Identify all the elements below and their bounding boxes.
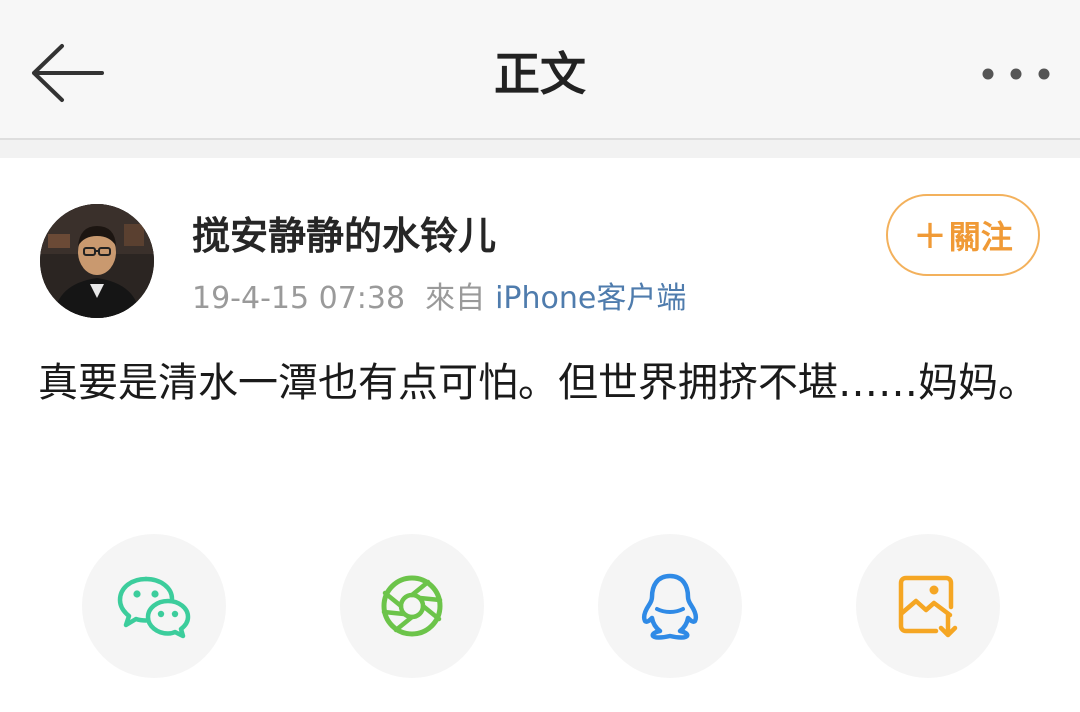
author-name[interactable]: 搅安静静的水铃儿 [192,208,496,264]
more-options-button[interactable] [968,50,1064,98]
share-wechat-button[interactable] [82,534,226,678]
arrow-left-icon [32,44,104,102]
client-link[interactable]: iPhone客户端 [495,281,686,316]
save-image-icon [898,575,958,638]
moments-shutter-icon [381,575,443,637]
page-title: 正文 [494,47,586,101]
post-content: 真要是清水一潭也有点可怕。但世界拥挤不堪……妈妈。 [38,360,1038,406]
qq-penguin-icon [641,573,699,640]
share-moments-button[interactable] [340,534,484,678]
post-meta: 19-4-15 07:38 來自 iPhone客户端 [192,276,686,322]
save-image-button[interactable] [856,534,1000,678]
wechat-icon [117,576,191,639]
back-button[interactable] [24,40,108,106]
top-nav-bar: 正文 [0,0,1080,140]
avatar[interactable] [40,204,154,318]
avatar-photo [40,204,154,318]
share-qq-button[interactable] [598,534,742,678]
follow-button[interactable]: + 關注 [886,194,1040,276]
post-timestamp: 19-4-15 07:38 [192,281,406,316]
section-divider [0,140,1080,158]
follow-label: 關注 [948,218,1013,256]
source-label: 來自 [425,281,486,316]
more-dots-icon [982,68,1050,80]
plus-icon: + [913,212,947,258]
